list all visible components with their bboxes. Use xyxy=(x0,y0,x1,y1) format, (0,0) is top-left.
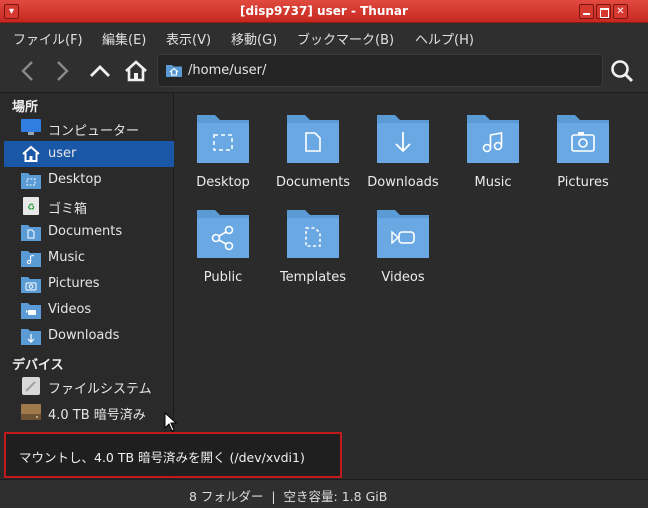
menu-help[interactable]: ヘルプ(H) xyxy=(415,29,474,48)
sidebar-item-documents[interactable]: Documents xyxy=(4,219,174,245)
pictures-folder-icon xyxy=(21,277,41,293)
folder-desktop[interactable]: Desktop xyxy=(178,101,268,193)
filesystem-icon xyxy=(22,377,40,395)
sidebar-item-label: Music xyxy=(48,250,85,265)
maximize-button[interactable] xyxy=(596,4,611,19)
status-text: 8 フォルダー | 空き容量: 1.8 GiB xyxy=(189,489,388,504)
home-icon xyxy=(22,145,40,162)
sidebar-item-user[interactable]: user xyxy=(4,141,174,167)
sidebar-item-label: user xyxy=(48,146,77,161)
toolbar: /home/user/ xyxy=(0,49,648,93)
sidebar-item-label: 4.0 TB 暗号済み xyxy=(48,408,146,423)
location-bar[interactable]: /home/user/ xyxy=(157,54,603,87)
sidebar-item-downloads[interactable]: Downloads xyxy=(4,323,174,349)
trash-icon: ♻ xyxy=(23,197,39,215)
folder-templates[interactable]: Templates xyxy=(268,196,358,288)
computer-icon xyxy=(21,119,41,135)
videos-folder-icon xyxy=(21,303,41,319)
places-heading: 場所 xyxy=(12,100,39,115)
folder-label: Templates xyxy=(279,270,347,285)
menu-edit[interactable]: 編集(E) xyxy=(102,29,146,48)
music-folder-icon xyxy=(21,251,41,267)
home-folder-icon xyxy=(166,65,182,77)
public-folder-icon xyxy=(197,210,249,258)
folder-downloads[interactable]: Downloads xyxy=(358,101,448,193)
sidebar-item-label: ファイルシステム xyxy=(48,382,152,397)
sidebar-item-pictures[interactable]: Pictures xyxy=(4,271,174,297)
sidebar: 場所 コンピューター user Desktop ♻ ゴミ箱 Documents … xyxy=(0,93,174,479)
templates-folder-icon xyxy=(287,210,339,258)
location-path: /home/user/ xyxy=(188,63,267,78)
folder-label: Public xyxy=(203,270,243,285)
svg-text:♻: ♻ xyxy=(27,203,35,213)
sidebar-item-desktop[interactable]: Desktop xyxy=(4,167,174,193)
menubar: ファイル(F) 編集(E) 表示(V) 移動(G) ブックマーク(B) ヘルプ(… xyxy=(0,23,648,49)
sidebar-item-label: Downloads xyxy=(48,328,120,343)
sidebar-item-computer[interactable]: コンピューター xyxy=(4,115,174,141)
minimize-button[interactable] xyxy=(579,4,594,19)
search-icon[interactable] xyxy=(608,57,636,85)
sidebar-item-videos[interactable]: Videos xyxy=(4,297,174,323)
documents-folder-icon xyxy=(287,115,339,163)
forward-icon[interactable] xyxy=(48,57,76,85)
desktop-folder-icon xyxy=(197,115,249,163)
mount-tooltip: マウントし、4.0 TB 暗号済みを開く (/dev/xvdi1) xyxy=(4,432,342,478)
sidebar-item-label: Documents xyxy=(48,224,123,239)
documents-folder-icon xyxy=(21,225,41,241)
devices-heading: デバイス xyxy=(12,358,64,373)
sidebar-item-label: Pictures xyxy=(48,276,100,291)
videos-folder-icon xyxy=(377,210,429,258)
status-bar: 8 フォルダー | 空き容量: 1.8 GiB xyxy=(0,479,648,508)
menu-bookmarks[interactable]: ブックマーク(B) xyxy=(297,29,394,48)
menu-view[interactable]: 表示(V) xyxy=(166,29,211,48)
up-icon[interactable] xyxy=(86,57,114,85)
drive-icon xyxy=(21,404,41,420)
folder-music[interactable]: Music xyxy=(448,101,538,193)
folder-label: Videos xyxy=(381,270,425,285)
sidebar-item-music[interactable]: Music xyxy=(4,245,174,271)
sidebar-item-trash[interactable]: ♻ ゴミ箱 xyxy=(4,193,174,219)
folder-videos[interactable]: Videos xyxy=(358,196,448,288)
pictures-folder-icon xyxy=(557,115,609,163)
downloads-folder-icon xyxy=(377,115,429,163)
folder-label: Downloads xyxy=(367,175,439,190)
file-view: Desktop Documents Downloads Music Pictur… xyxy=(175,93,648,479)
mouse-pointer-icon xyxy=(164,412,178,432)
window-title: [disp9737] user - Thunar xyxy=(240,4,408,18)
tooltip-text: マウントし、4.0 TB 暗号済みを開く (/dev/xvdi1) xyxy=(19,450,305,465)
menu-file[interactable]: ファイル(F) xyxy=(13,29,83,48)
sidebar-item-encrypted-drive[interactable]: 4.0 TB 暗号済み xyxy=(4,399,174,425)
folder-label: Desktop xyxy=(196,175,250,190)
back-icon[interactable] xyxy=(14,57,42,85)
menu-go[interactable]: 移動(G) xyxy=(231,29,277,48)
folder-label: Music xyxy=(474,175,512,190)
close-button[interactable]: ✕ xyxy=(613,4,628,19)
folder-documents[interactable]: Documents xyxy=(268,101,358,193)
folder-public[interactable]: Public xyxy=(178,196,268,288)
title-bar: ▾ [disp9737] user - Thunar ✕ xyxy=(0,0,648,23)
sidebar-item-label: コンピューター xyxy=(48,124,140,139)
home-icon[interactable] xyxy=(122,57,150,85)
desktop-folder-icon xyxy=(21,173,41,189)
folder-label: Documents xyxy=(275,175,351,190)
folder-label: Pictures xyxy=(557,175,609,190)
music-folder-icon xyxy=(467,115,519,163)
sidebar-item-label: ゴミ箱 xyxy=(48,202,88,217)
sidebar-item-filesystem[interactable]: ファイルシステム xyxy=(4,373,174,399)
downloads-folder-icon xyxy=(21,329,41,345)
sidebar-item-label: Desktop xyxy=(48,172,102,187)
sidebar-item-label: Videos xyxy=(48,302,92,317)
folder-pictures[interactable]: Pictures xyxy=(538,101,628,193)
